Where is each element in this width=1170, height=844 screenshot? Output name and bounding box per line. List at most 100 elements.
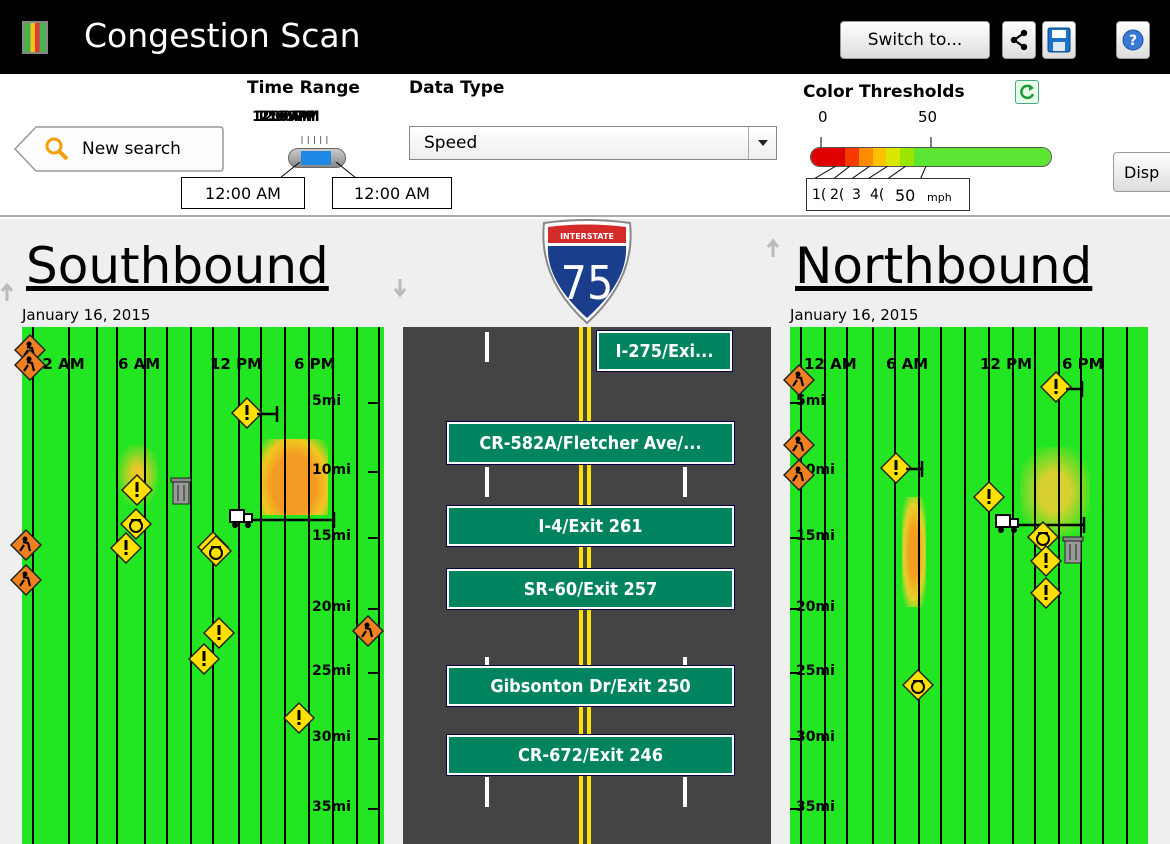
time-gridline: [166, 327, 168, 844]
mile-tick: [790, 537, 802, 539]
mile-label: 20mi: [796, 599, 835, 615]
threshold-color-segment: [914, 148, 1051, 166]
mile-tick: [790, 672, 802, 674]
exit-sign[interactable]: CR-672/Exit 246: [446, 734, 735, 776]
exit-sign[interactable]: Gibsonton Dr/Exit 250: [446, 665, 735, 707]
construction-icon[interactable]: [783, 459, 815, 491]
time-gridline: [964, 327, 966, 844]
threshold-box-4[interactable]: 4(: [870, 187, 884, 203]
disabled-vehicle-icon[interactable]: [902, 669, 934, 701]
southbound-title: Southbound: [26, 237, 329, 295]
warning-icon[interactable]: [1030, 577, 1062, 609]
congestion-hotspot: [902, 497, 926, 607]
disabled-vehicle-icon[interactable]: [200, 535, 232, 567]
construction-icon[interactable]: [783, 364, 815, 396]
data-type-select[interactable]: Speed: [409, 126, 777, 160]
end-time-field[interactable]: 12:00 AM: [332, 177, 452, 209]
warning-icon[interactable]: [121, 474, 153, 506]
construction-icon[interactable]: [14, 349, 46, 381]
construction-icon[interactable]: [10, 564, 42, 596]
time-gridline: [1102, 327, 1104, 844]
congestion-visualization: Southbound January 16, 2015 Northbound J…: [0, 219, 1170, 844]
start-time-field[interactable]: 12:00 AM: [181, 177, 305, 209]
time-gridline: [68, 327, 70, 844]
time-gridline: [96, 327, 98, 844]
southbound-date: January 16, 2015: [22, 306, 151, 324]
mile-label: 30mi: [312, 729, 351, 745]
hour-label: 12 PM: [980, 355, 1033, 373]
share-icon: [1010, 29, 1028, 51]
data-type-value: Speed: [424, 133, 478, 153]
threshold-inputs[interactable]: 1( 2( 3 4( 50 mph: [806, 178, 970, 211]
time-gridline: [212, 327, 214, 844]
northbound-title: Northbound: [795, 237, 1093, 295]
threshold-box-2[interactable]: 2(: [830, 187, 844, 203]
color-thresholds-label: Color Thresholds: [803, 82, 965, 102]
time-gridline: [356, 327, 358, 844]
hour-label: 6 PM: [294, 355, 336, 373]
mile-label: 35mi: [796, 799, 835, 815]
threshold-color-segment: [844, 148, 859, 166]
northbound-arrow-icon[interactable]: [766, 235, 780, 257]
construction-icon[interactable]: [352, 615, 384, 647]
svg-text:?: ?: [1129, 33, 1137, 49]
mile-label: 25mi: [312, 663, 351, 679]
time-gridline: [894, 327, 896, 844]
time-gridline: [144, 327, 146, 844]
exit-sign[interactable]: SR-60/Exit 257: [446, 568, 735, 610]
exit-sign[interactable]: I-275/Exi...: [596, 330, 733, 372]
mile-tick: [790, 608, 802, 610]
threshold-box-5[interactable]: 50: [895, 186, 915, 205]
hour-label: 6 AM: [886, 355, 929, 373]
mile-label: 35mi: [312, 799, 351, 815]
refresh-icon[interactable]: [1015, 80, 1039, 104]
share-button[interactable]: [1002, 21, 1036, 59]
help-button[interactable]: ?: [1116, 21, 1150, 59]
mile-label: 5mi: [312, 393, 342, 409]
trash-icon[interactable]: [1062, 535, 1084, 565]
new-search-button[interactable]: New search: [14, 126, 224, 172]
exit-sign[interactable]: I-4/Exit 261: [446, 505, 735, 547]
time-gridline: [1126, 327, 1128, 844]
threshold-box-1[interactable]: 1(: [812, 187, 826, 203]
mile-tick: [368, 608, 380, 610]
save-button[interactable]: [1042, 21, 1076, 59]
warning-icon[interactable]: [283, 702, 315, 734]
warning-icon[interactable]: [1030, 545, 1062, 577]
color-threshold-bar[interactable]: [810, 147, 1052, 167]
slider-connectors: [279, 162, 357, 178]
truck-icon[interactable]: [228, 506, 338, 532]
mile-label: 15mi: [796, 528, 835, 544]
time-gridline: [190, 327, 192, 844]
mile-tick: [368, 738, 380, 740]
exit-sign[interactable]: CR-582A/Fletcher Ave/...: [446, 421, 735, 465]
construction-icon[interactable]: [10, 529, 42, 561]
mile-label: 25mi: [796, 663, 835, 679]
switch-to-button[interactable]: Switch to...: [840, 21, 990, 59]
scroll-up-arrow-icon[interactable]: [0, 279, 14, 301]
mile-tick: [368, 402, 380, 404]
mile-tick: [368, 672, 380, 674]
threshold-mid-label: 50: [918, 108, 938, 126]
title-bar: Congestion Scan Switch to... ?: [0, 0, 1170, 74]
warning-icon[interactable]: [188, 643, 220, 675]
display-button[interactable]: Disp: [1113, 152, 1170, 192]
event-duration-bar: [1066, 381, 1084, 397]
app-title: Congestion Scan: [84, 16, 361, 55]
save-icon: [1047, 27, 1071, 53]
chevron-down-icon: [748, 127, 776, 159]
threshold-color-segment: [900, 148, 915, 166]
mile-tick: [790, 402, 802, 404]
new-search-label: New search: [82, 139, 181, 159]
trash-icon[interactable]: [170, 476, 192, 506]
southbound-speed-panel[interactable]: 12 AM 6 AM 12 PM 6 PM 5mi 10mi 15mi 20mi 25mi 30m…: [22, 327, 384, 844]
construction-icon[interactable]: [783, 429, 815, 461]
mile-tick: [790, 808, 802, 810]
time-gridline: [308, 327, 310, 844]
northbound-speed-panel[interactable]: 12 AM 6 AM 12 PM 6 PM 5mi 10mi 15mi 20mi 25mi 30m…: [790, 327, 1148, 844]
threshold-box-3[interactable]: 3: [852, 187, 861, 203]
warning-icon[interactable]: [110, 532, 142, 564]
southbound-arrow-icon[interactable]: [393, 279, 407, 301]
hour-label: 12 PM: [210, 355, 263, 373]
warning-icon[interactable]: [973, 481, 1005, 513]
